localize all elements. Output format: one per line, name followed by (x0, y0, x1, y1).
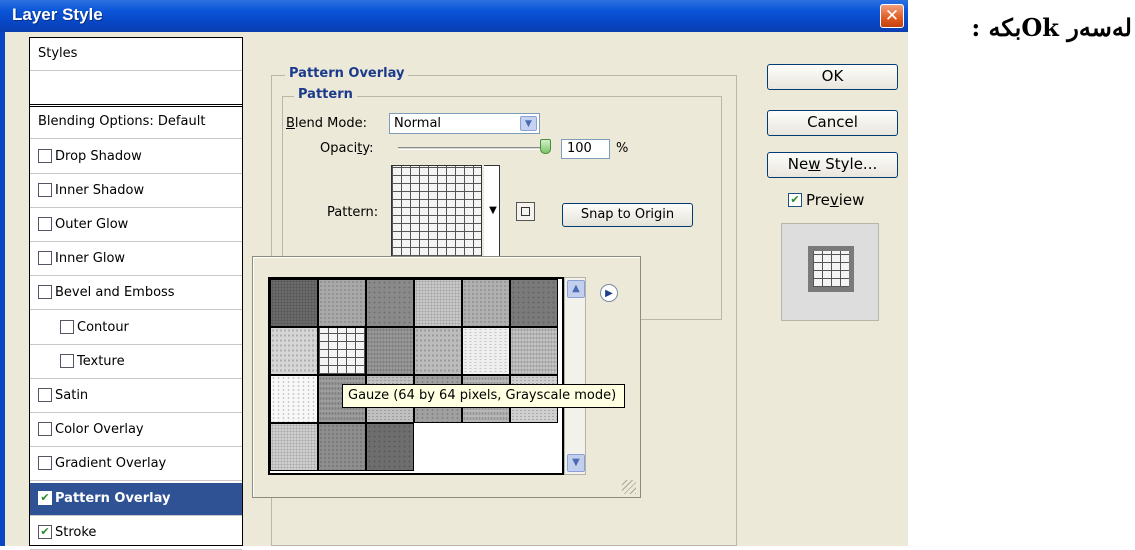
style-checkbox[interactable] (38, 250, 52, 265)
pattern-cell[interactable] (366, 423, 414, 471)
preview-box (781, 223, 879, 321)
style-checkbox[interactable] (38, 148, 52, 163)
pattern-label: Pattern: (327, 205, 379, 220)
style-item-satin[interactable]: Satin (30, 380, 242, 413)
style-item-label: Bevel and Emboss (55, 285, 175, 300)
style-item-label: Gradient Overlay (55, 456, 167, 471)
ok-button[interactable]: OK (767, 64, 898, 90)
style-checkbox[interactable] (38, 421, 52, 436)
style-item-label: Inner Glow (55, 251, 126, 266)
snap-to-origin-button[interactable]: Snap to Origin (562, 203, 693, 227)
opacity-unit: % (616, 141, 629, 156)
picker-menu-arrow-icon[interactable]: ▶ (600, 284, 618, 302)
pattern-cell[interactable] (270, 423, 318, 471)
pattern-cell[interactable] (462, 327, 510, 375)
scroll-up-icon[interactable]: ▲ (567, 280, 585, 298)
close-button[interactable]: ✕ (880, 4, 904, 28)
styles-header[interactable]: Styles (30, 38, 242, 71)
styles-header-label: Styles (38, 46, 78, 61)
pattern-cell[interactable] (318, 423, 366, 471)
style-item-label: Color Overlay (55, 422, 144, 437)
scroll-down-icon[interactable]: ▼ (567, 454, 585, 472)
new-preset-icon (521, 207, 530, 216)
blend-mode-value: Normal (394, 116, 442, 131)
pattern-tooltip: Gauze (64 by 64 pixels, Grayscale mode) (342, 384, 625, 408)
style-item-label: Outer Glow (55, 217, 129, 232)
new-preset-button[interactable] (516, 202, 535, 221)
style-item-texture[interactable]: Texture (30, 346, 242, 379)
pattern-cell[interactable] (366, 279, 414, 327)
style-item-blending-options-default[interactable]: Blending Options: Default (30, 106, 242, 139)
style-item-outer-glow[interactable]: Outer Glow (30, 209, 242, 242)
style-item-label: Satin (55, 388, 89, 403)
pattern-subgroup-title: Pattern (294, 87, 357, 102)
opacity-slider-track[interactable] (398, 147, 548, 150)
pattern-cell[interactable] (318, 327, 366, 375)
pattern-cell[interactable] (270, 327, 318, 375)
style-item-drop-shadow[interactable]: Drop Shadow (30, 141, 242, 174)
style-item-stroke[interactable]: ✔ Stroke (30, 517, 242, 550)
chevron-down-icon[interactable]: ▼ (520, 116, 537, 131)
style-item-label: Texture (77, 354, 125, 369)
style-item-bevel-and-emboss[interactable]: Bevel and Emboss (30, 277, 242, 310)
style-item-color-overlay[interactable]: Color Overlay (30, 414, 242, 447)
pattern-cell[interactable] (318, 279, 366, 327)
opacity-label: Opacity: (320, 141, 374, 156)
opacity-slider-thumb[interactable] (540, 139, 551, 154)
pattern-dropdown-arrow-icon[interactable]: ▼ (487, 205, 499, 217)
pattern-scrollbar[interactable]: ▲ ▼ (564, 277, 586, 475)
window-title: Layer Style (12, 5, 103, 24)
style-item-gradient-overlay[interactable]: Gradient Overlay (30, 448, 242, 481)
style-item-inner-shadow[interactable]: Inner Shadow (30, 175, 242, 208)
opacity-input[interactable]: 100 (561, 139, 610, 159)
style-checkbox[interactable]: ✔ (38, 490, 52, 505)
pattern-cell[interactable] (510, 279, 558, 327)
style-checkbox[interactable] (60, 353, 74, 368)
styles-list: Styles Blending Options: Default Drop Sha… (29, 37, 243, 550)
new-style-button[interactable]: New Style... (767, 152, 898, 178)
blend-mode-select[interactable]: Normal ▼ (389, 113, 540, 134)
instruction-annotation: لەسەر Okبکە : (971, 13, 1132, 42)
style-item-label: Contour (77, 320, 129, 335)
style-checkbox[interactable] (60, 319, 74, 334)
cancel-button[interactable]: Cancel (767, 110, 898, 136)
blend-mode-label: Blend Mode: (286, 116, 367, 131)
style-checkbox[interactable] (38, 216, 52, 231)
preview-checkbox[interactable]: ✔ (788, 193, 802, 207)
pattern-cell[interactable] (270, 375, 318, 423)
style-item-contour[interactable]: Contour (30, 312, 242, 345)
style-checkbox[interactable] (38, 387, 52, 402)
style-item-label: Stroke (55, 525, 97, 540)
window-left-border (0, 32, 5, 546)
preview-label: Preview (806, 191, 865, 209)
style-item-label: Inner Shadow (55, 183, 145, 198)
resize-grip-icon[interactable] (622, 480, 636, 494)
style-checkbox[interactable] (38, 455, 52, 470)
style-checkbox[interactable]: ✔ (38, 524, 52, 539)
pattern-cell[interactable] (414, 327, 462, 375)
style-item-pattern-overlay[interactable]: ✔ Pattern Overlay (30, 483, 242, 516)
pattern-grid (268, 277, 564, 475)
style-checkbox[interactable] (38, 284, 52, 299)
preview-thumbnail (808, 246, 854, 292)
style-item-label: Blending Options: Default (38, 114, 206, 129)
title-bar[interactable] (0, 0, 908, 32)
style-item-label: Pattern Overlay (55, 491, 171, 506)
style-checkbox[interactable] (38, 182, 52, 197)
pattern-cell[interactable] (366, 327, 414, 375)
pattern-overlay-title: Pattern Overlay (285, 66, 409, 81)
pattern-cell[interactable] (510, 327, 558, 375)
style-item-inner-glow[interactable]: Inner Glow (30, 243, 242, 276)
pattern-cell[interactable] (462, 279, 510, 327)
pattern-cell[interactable] (414, 279, 462, 327)
style-item-label: Drop Shadow (55, 149, 142, 164)
pattern-swatch[interactable] (391, 165, 482, 257)
pattern-cell[interactable] (270, 279, 318, 327)
